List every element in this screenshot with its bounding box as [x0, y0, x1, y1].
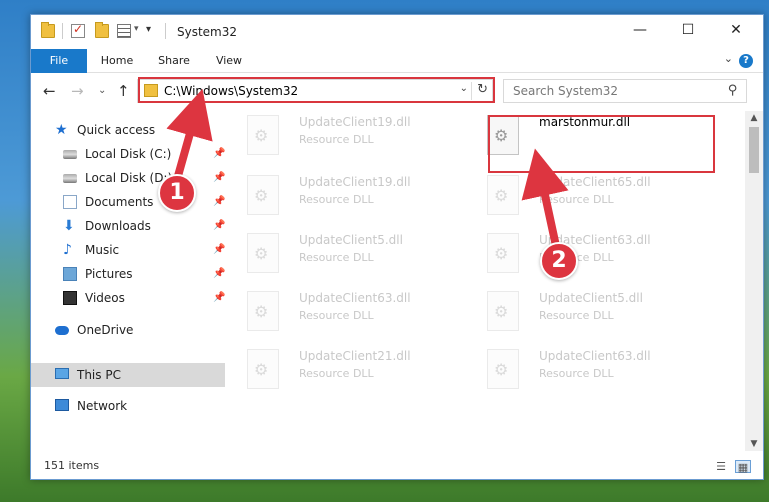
title-bar: ▾ ▾ System32 — ☐ ✕	[31, 15, 763, 49]
search-input[interactable]: Search System32 ⚲	[503, 79, 747, 103]
search-icon[interactable]: ⚲	[728, 83, 738, 98]
file-item[interactable]: UpdateClient21.dll Resource DLL	[227, 345, 457, 393]
maximize-button[interactable]: ☐	[665, 15, 711, 45]
network-icon	[55, 399, 69, 411]
tab-file[interactable]: File	[31, 49, 87, 73]
pin-icon: 📌	[213, 148, 226, 159]
back-arrow-icon[interactable]: ←	[43, 82, 56, 100]
drive-icon	[63, 174, 77, 183]
help-icon[interactable]: ?	[739, 54, 753, 68]
file-highlight-box	[488, 115, 715, 173]
dll-file-icon	[487, 291, 519, 331]
sidebar-item-music[interactable]: ♪ Music 📌	[63, 239, 227, 261]
cloud-icon	[55, 326, 69, 335]
pin-icon: 📌	[213, 292, 226, 303]
navigation-pane: ★ Quick access Local Disk (C:) 📌 Local D…	[31, 111, 226, 451]
dll-file-icon	[247, 115, 279, 155]
file-item[interactable]: UpdateClient19.dll Resource DLL	[227, 171, 457, 219]
star-icon: ★	[55, 122, 68, 138]
file-item[interactable]: UpdateClient63.dll Resource DLL	[227, 287, 457, 335]
pictures-icon	[63, 267, 77, 281]
explorer-window: ▾ ▾ System32 — ☐ ✕ File Home Share View …	[30, 14, 764, 480]
item-count: 151 items	[44, 459, 100, 472]
forward-arrow-icon[interactable]: →	[71, 82, 84, 100]
address-highlight-box	[138, 77, 495, 103]
music-icon: ♪	[63, 242, 72, 258]
sidebar-item-local-disk-c[interactable]: Local Disk (C:) 📌	[63, 143, 227, 165]
drive-icon	[63, 150, 77, 159]
divider	[62, 23, 63, 39]
customize-quick-access-icon[interactable]: ▾	[146, 24, 151, 35]
sidebar-item-videos[interactable]: Videos 📌	[63, 287, 227, 309]
computer-icon	[55, 368, 69, 379]
properties-check-icon[interactable]	[71, 22, 85, 38]
file-item[interactable]: UpdateClient5.dll Resource DLL	[467, 287, 697, 335]
ribbon-tabs: File Home Share View ⌄ ?	[31, 49, 763, 73]
scroll-up-icon[interactable]: ▲	[745, 113, 763, 123]
sidebar-item-documents[interactable]: Documents 📌	[63, 191, 227, 213]
up-arrow-icon[interactable]: ↑	[117, 82, 130, 100]
folder-icon	[41, 22, 55, 38]
pin-icon: 📌	[213, 196, 226, 207]
videos-icon	[63, 291, 77, 305]
file-item[interactable]: UpdateClient19.dll Resource DLL	[227, 111, 457, 159]
dll-file-icon	[247, 349, 279, 389]
scrollbar-thumb[interactable]	[749, 127, 759, 173]
close-button[interactable]: ✕	[713, 15, 759, 45]
dll-file-icon	[487, 233, 519, 273]
sidebar-item-downloads[interactable]: ⬇ Downloads 📌	[63, 215, 227, 237]
scroll-down-icon[interactable]: ▼	[745, 439, 763, 449]
file-item[interactable]: UpdateClient5.dll Resource DLL	[227, 229, 457, 277]
vertical-scrollbar[interactable]: ▲ ▼	[745, 111, 763, 451]
tab-view[interactable]: View	[205, 49, 253, 73]
view-options-icon[interactable]	[117, 24, 131, 38]
pin-icon: 📌	[213, 220, 226, 231]
details-view-icon[interactable]: ☰	[713, 460, 729, 473]
recent-locations-icon[interactable]: ⌄	[98, 85, 106, 96]
divider	[165, 23, 166, 39]
documents-icon	[63, 195, 77, 209]
large-icons-view-icon[interactable]: ▦	[735, 460, 751, 474]
downloads-icon: ⬇	[63, 218, 75, 234]
file-item[interactable]: UpdateClient63.dll Resource DLL	[467, 345, 697, 393]
tab-home[interactable]: Home	[91, 49, 143, 73]
minimize-button[interactable]: —	[617, 15, 663, 45]
dll-file-icon	[487, 349, 519, 389]
dll-file-icon	[247, 291, 279, 331]
file-item[interactable]: UpdateClient65.dll Resource DLL	[467, 171, 697, 219]
sidebar-item-local-disk-d[interactable]: Local Disk (D:) 📌	[63, 167, 227, 189]
step-badge-2: 2	[540, 242, 578, 280]
dll-file-icon	[487, 175, 519, 215]
tab-share[interactable]: Share	[149, 49, 199, 73]
pin-icon: 📌	[213, 268, 226, 279]
file-item[interactable]: UpdateClient63.dll Resource DLL	[467, 229, 697, 277]
window-title: System32	[177, 25, 238, 39]
sidebar-item-pictures[interactable]: Pictures 📌	[63, 263, 227, 285]
step-badge-1: 1	[158, 174, 196, 212]
pin-icon: 📌	[213, 172, 226, 183]
chevron-down-icon[interactable]: ▾	[134, 24, 139, 34]
dll-file-icon	[247, 233, 279, 273]
dll-file-icon	[247, 175, 279, 215]
chevron-down-icon[interactable]: ⌄	[724, 52, 733, 65]
pin-icon: 📌	[213, 244, 226, 255]
status-bar: 151 items ☰ ▦	[31, 455, 763, 479]
new-folder-icon[interactable]	[95, 22, 109, 38]
search-placeholder: Search System32	[513, 84, 619, 98]
